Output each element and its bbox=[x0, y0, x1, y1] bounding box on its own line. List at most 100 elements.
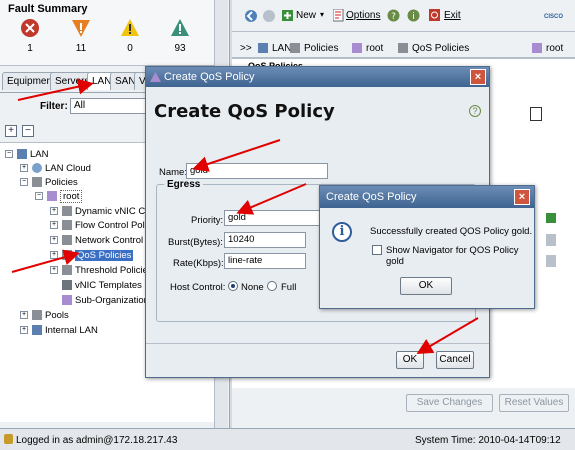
rate-label: Rate(Kbps): bbox=[173, 258, 224, 269]
tree-item-flow-control[interactable]: + Flow Control Polic bbox=[50, 219, 152, 232]
host-control-full-radio[interactable] bbox=[267, 281, 277, 291]
save-changes-button[interactable]: Save Changes bbox=[406, 394, 493, 412]
tree-item-vnic-templates[interactable]: vNIC Templates bbox=[62, 279, 142, 292]
tree-item-root[interactable]: − root bbox=[35, 190, 83, 203]
fault-summary-panel: Fault Summary 1 11 0 93 bbox=[0, 0, 214, 66]
expand-icon[interactable]: + bbox=[50, 221, 58, 230]
exit-icon bbox=[429, 9, 440, 21]
cancel-button[interactable]: Cancel bbox=[436, 351, 474, 369]
expand-icon[interactable]: + bbox=[50, 207, 58, 216]
breadcrumb-qos-policies[interactable]: QoS Policies bbox=[412, 43, 469, 54]
tree-item-network-control[interactable]: + Network Control P bbox=[50, 234, 152, 247]
policy-icon bbox=[32, 177, 42, 188]
critical-icon bbox=[21, 19, 39, 37]
host-control-none-label: None bbox=[241, 282, 264, 293]
name-input[interactable]: gold bbox=[186, 163, 328, 179]
expand-icon[interactable]: + bbox=[20, 164, 28, 173]
breadcrumb-lan[interactable]: LAN bbox=[272, 43, 291, 54]
expand-icon[interactable]: + bbox=[20, 326, 28, 335]
rate-input[interactable]: line-rate bbox=[224, 253, 306, 269]
breadcrumb-prefix: >> bbox=[240, 43, 252, 54]
policy-icon bbox=[62, 220, 72, 231]
collapse-all-button[interactable]: − bbox=[22, 125, 34, 137]
system-time: System Time: 2010-04-14T09:12 bbox=[415, 435, 561, 446]
chevron-down-icon[interactable]: ▾ bbox=[320, 10, 324, 19]
tree-item-lan[interactable]: − LAN bbox=[5, 148, 48, 161]
tree-item-pools[interactable]: + Pools bbox=[20, 309, 69, 322]
dialog-heading: Create QoS Policy bbox=[154, 101, 335, 122]
collapse-icon[interactable]: − bbox=[5, 150, 13, 159]
status-bar: Logged in as admin@172.18.217.43 System … bbox=[0, 428, 575, 450]
expand-icon[interactable]: + bbox=[20, 311, 28, 320]
close-icon[interactable]: × bbox=[470, 69, 486, 85]
burst-label: Burst(Bytes): bbox=[168, 237, 223, 248]
filter-label: Filter: bbox=[40, 101, 68, 112]
help-icon[interactable]: ? bbox=[469, 105, 481, 117]
expand-icon[interactable]: + bbox=[50, 251, 58, 260]
message-titlebar[interactable]: Create QoS Policy × bbox=[320, 186, 534, 208]
cloud-icon bbox=[32, 163, 42, 174]
close-icon[interactable]: × bbox=[514, 189, 530, 205]
policy-icon bbox=[62, 250, 72, 261]
tree-item-internal-lan[interactable]: + Internal LAN bbox=[20, 324, 98, 337]
fault-major[interactable]: 11 bbox=[61, 18, 101, 54]
properties-icon[interactable] bbox=[546, 255, 556, 267]
policy-icon bbox=[290, 43, 300, 53]
info-icon: i bbox=[332, 222, 352, 242]
expand-icon[interactable]: + bbox=[50, 236, 58, 245]
new-menu[interactable]: New bbox=[296, 10, 316, 21]
burst-input[interactable]: 10240 bbox=[224, 232, 306, 248]
tree-item-threshold[interactable]: + Threshold Policies bbox=[50, 264, 153, 277]
host-control-none-radio[interactable] bbox=[228, 281, 238, 291]
message-ok-button[interactable]: OK bbox=[400, 277, 452, 295]
help-icon[interactable]: ? bbox=[387, 9, 400, 22]
collapse-icon[interactable]: − bbox=[20, 178, 28, 187]
host-control-full-label: Full bbox=[281, 282, 297, 293]
breadcrumb-policies[interactable]: Policies bbox=[304, 43, 338, 54]
collapse-icon[interactable]: − bbox=[35, 192, 43, 201]
options-button[interactable]: Options bbox=[346, 10, 380, 21]
organization-icon bbox=[532, 43, 542, 53]
major-icon bbox=[72, 20, 90, 37]
policy-icon bbox=[62, 206, 72, 217]
fault-minor[interactable]: 0 bbox=[110, 18, 150, 54]
message-title: Create QoS Policy bbox=[326, 191, 417, 203]
minor-icon bbox=[121, 19, 139, 36]
tree-item-sub-organizations[interactable]: Sub-Organizations bbox=[62, 294, 154, 307]
fault-critical-count: 1 bbox=[27, 43, 33, 54]
lan-icon bbox=[32, 325, 42, 336]
tree-item-lan-cloud[interactable]: + LAN Cloud bbox=[20, 162, 91, 175]
forward-icon[interactable] bbox=[262, 9, 276, 23]
reset-values-button[interactable]: Reset Values bbox=[499, 394, 569, 412]
tree-item-dynamic-vnic[interactable]: + Dynamic vNIC Cor bbox=[50, 205, 154, 218]
back-icon[interactable] bbox=[244, 9, 258, 23]
add-icon[interactable] bbox=[546, 213, 556, 223]
show-navigator-checkbox[interactable] bbox=[372, 245, 382, 255]
new-icon bbox=[282, 10, 293, 21]
ok-button[interactable]: OK bbox=[396, 351, 424, 369]
fault-critical[interactable]: 1 bbox=[10, 18, 50, 54]
dialog-titlebar[interactable]: Create QoS Policy × bbox=[146, 67, 489, 87]
organization-icon bbox=[47, 191, 57, 202]
tree-item-policies[interactable]: − Policies bbox=[20, 176, 78, 189]
priority-select[interactable]: gold bbox=[224, 210, 324, 226]
fault-warning-count: 93 bbox=[174, 43, 186, 54]
fault-warning[interactable]: 93 bbox=[160, 18, 200, 54]
fault-summary-title: Fault Summary bbox=[8, 3, 88, 15]
expand-icon[interactable]: + bbox=[50, 266, 58, 275]
tree-item-qos-policies[interactable]: + QoS Policies bbox=[50, 249, 134, 262]
expand-all-button[interactable]: + bbox=[5, 125, 17, 137]
info-icon[interactable]: i bbox=[407, 9, 420, 22]
breadcrumb-right-root: root bbox=[546, 43, 564, 54]
exit-button[interactable]: Exit bbox=[444, 10, 461, 21]
delete-icon[interactable] bbox=[546, 234, 556, 246]
breadcrumb-root[interactable]: root bbox=[366, 43, 383, 54]
table-export-icon[interactable] bbox=[530, 107, 542, 121]
organization-icon bbox=[62, 295, 72, 306]
organization-icon bbox=[150, 72, 161, 82]
egress-label: Egress bbox=[164, 179, 204, 190]
lan-icon bbox=[258, 43, 268, 53]
policy-icon bbox=[62, 235, 72, 246]
organization-icon bbox=[352, 43, 362, 53]
content-action-bar: Save Changes Reset Values bbox=[232, 388, 575, 428]
